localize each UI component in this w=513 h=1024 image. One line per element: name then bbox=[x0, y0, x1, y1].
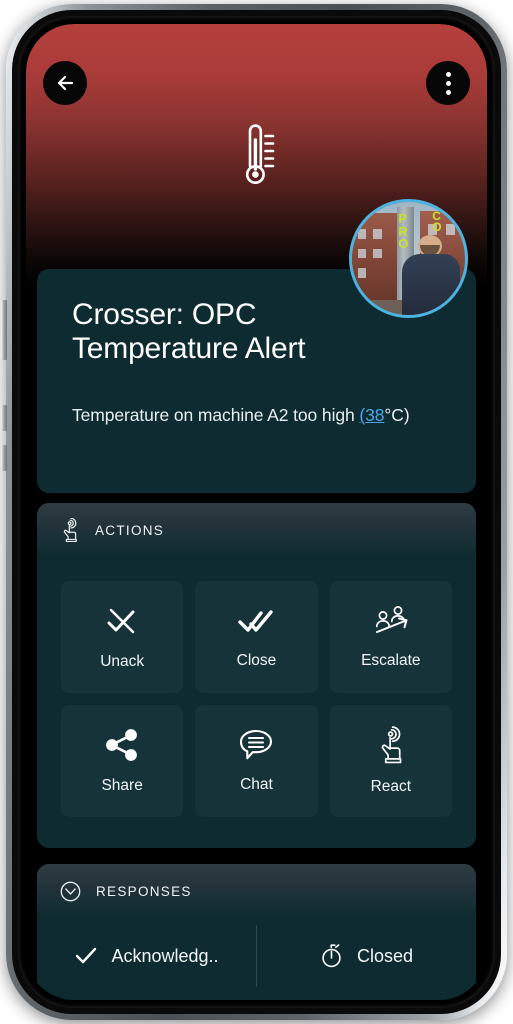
action-escalate-label: Escalate bbox=[361, 652, 421, 669]
response-closed-label: Closed bbox=[356, 945, 414, 966]
overflow-menu-icon bbox=[445, 71, 451, 95]
alert-description-text: Temperature on machine A2 too high bbox=[72, 405, 360, 426]
volume-down-button[interactable] bbox=[1, 445, 7, 471]
avatar[interactable]: PRO CO bbox=[349, 199, 468, 318]
action-unack[interactable]: Unack bbox=[61, 581, 184, 693]
arrow-left-icon bbox=[53, 71, 77, 95]
actions-section-title: ACTIONS bbox=[95, 522, 165, 538]
thermometer-icon bbox=[236, 122, 278, 188]
alert-description-suffix: °C) bbox=[384, 405, 410, 426]
alert-description: Temperature on machine A2 too high (38°C… bbox=[37, 366, 476, 454]
overflow-menu-button[interactable] bbox=[426, 61, 470, 105]
avatar-building-left bbox=[352, 213, 400, 302]
response-acknowledged[interactable]: Acknowledg.. bbox=[37, 925, 256, 987]
actions-card: ACTIONS Unack Close Escalate Share Chat … bbox=[37, 503, 476, 848]
volume-up-button[interactable] bbox=[1, 405, 7, 431]
responses-row: Acknowledg.. Closed bbox=[37, 918, 476, 1000]
avatar-graffiti-left: PRO bbox=[398, 211, 409, 251]
action-escalate[interactable]: Escalate bbox=[329, 581, 452, 693]
power-button[interactable] bbox=[1, 300, 7, 360]
alert-value-link[interactable]: (38 bbox=[359, 405, 384, 425]
double-check-icon bbox=[236, 604, 276, 638]
hand-tap-icon bbox=[59, 518, 81, 542]
responses-section-title: RESPONSES bbox=[96, 883, 192, 899]
action-react-label: React bbox=[370, 778, 412, 795]
response-closed[interactable]: Closed bbox=[257, 925, 476, 987]
actions-section-header: ACTIONS bbox=[37, 503, 476, 557]
clock-circle-icon bbox=[59, 880, 82, 903]
stopwatch-icon bbox=[320, 943, 344, 969]
escalate-users-arrow-icon bbox=[370, 604, 412, 638]
phone-screen: PRO CO Crosser: OPC Temperature Alert Te… bbox=[26, 24, 487, 1000]
actions-grid: Unack Close Escalate Share Chat React bbox=[37, 557, 476, 841]
screenshot-stage: PRO CO Crosser: OPC Temperature Alert Te… bbox=[0, 0, 513, 1024]
avatar-graffiti-right: CO bbox=[432, 209, 442, 235]
speech-bubble-lines-icon bbox=[237, 728, 275, 762]
hand-pointer-tap-icon bbox=[373, 726, 409, 764]
action-share-label: Share bbox=[101, 777, 143, 794]
responses-section-header: RESPONSES bbox=[37, 864, 476, 918]
check-icon bbox=[74, 946, 98, 966]
back-button[interactable] bbox=[43, 61, 87, 105]
avatar-person-body bbox=[401, 253, 461, 315]
response-acknowledged-label: Acknowledg.. bbox=[111, 945, 219, 966]
action-chat-label: Chat bbox=[240, 776, 273, 793]
action-react[interactable]: React bbox=[329, 705, 452, 817]
action-chat[interactable]: Chat bbox=[195, 705, 318, 817]
responses-card: RESPONSES Acknowledg.. Closed bbox=[37, 864, 476, 1000]
share-nodes-icon bbox=[103, 727, 141, 763]
action-share[interactable]: Share bbox=[61, 705, 184, 817]
check-slash-icon bbox=[102, 603, 142, 639]
alert-temperature-value: 38 bbox=[365, 405, 385, 426]
action-close[interactable]: Close bbox=[195, 581, 318, 693]
action-close-label: Close bbox=[236, 652, 277, 669]
action-unack-label: Unack bbox=[100, 653, 145, 670]
